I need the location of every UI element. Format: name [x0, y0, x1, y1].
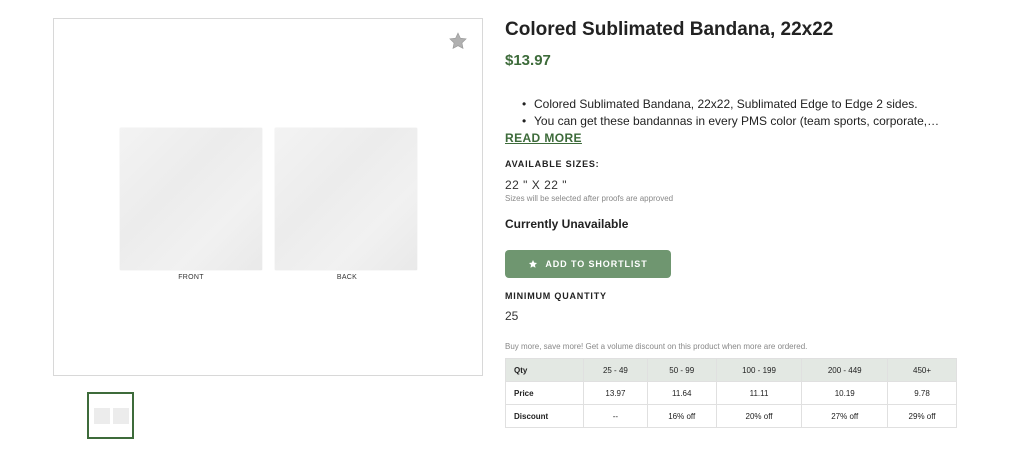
bandana-back-image	[275, 128, 417, 270]
favorite-star-icon[interactable]	[448, 31, 468, 51]
read-more-link[interactable]: READ MORE	[505, 131, 582, 145]
table-header-cell: 25 - 49	[583, 358, 648, 382]
table-header-cell: 450+	[887, 358, 957, 382]
thumbnail-back	[113, 408, 129, 424]
back-label: BACK	[336, 274, 358, 281]
minimum-quantity-label: MINIMUM QUANTITY	[505, 291, 607, 301]
add-to-shortlist-button[interactable]: ADD TO SHORTLIST	[505, 250, 671, 278]
table-cell: 9.78	[887, 381, 957, 405]
table-cell: 10.19	[801, 381, 889, 405]
minimum-quantity-value: 25	[505, 309, 519, 323]
table-cell: 20% off	[715, 404, 803, 428]
table-cell: 11.64	[646, 381, 717, 405]
available-sizes-label: AVAILABLE SIZES:	[505, 159, 600, 169]
volume-discount-note: Buy more, save more! Get a volume discou…	[505, 342, 808, 351]
table-cell: --	[583, 404, 648, 428]
size-value: 22 " X 22 "	[505, 178, 568, 192]
volume-pricing-table: Qty 25 - 49 50 - 99 100 - 199 200 - 449 …	[505, 358, 957, 428]
table-header-cell: 100 - 199	[715, 358, 803, 382]
thumbnail-front	[94, 408, 110, 424]
description-bullet: You can get these bandannas in every PMS…	[522, 113, 942, 130]
product-price: $13.97	[505, 52, 551, 69]
product-thumbnail[interactable]	[87, 392, 134, 439]
table-header-cell: 50 - 99	[646, 358, 717, 382]
table-cell: 13.97	[583, 381, 648, 405]
description-bullet: Colored Sublimated Bandana, 22x22, Subli…	[522, 96, 942, 113]
table-row: Discount -- 16% off 20% off 27% off 29% …	[505, 404, 957, 428]
product-description: Colored Sublimated Bandana, 22x22, Subli…	[522, 96, 942, 130]
bandana-front-image	[120, 128, 262, 270]
front-label: FRONT	[178, 274, 204, 281]
table-cell: 27% off	[801, 404, 889, 428]
table-header-cell: Qty	[505, 358, 584, 382]
table-header-row: Qty 25 - 49 50 - 99 100 - 199 200 - 449 …	[505, 358, 957, 382]
product-image-viewer	[53, 18, 483, 376]
table-cell: 16% off	[646, 404, 717, 428]
availability-status: Currently Unavailable	[505, 217, 629, 231]
table-cell: Discount	[505, 404, 584, 428]
table-header-cell: 200 - 449	[801, 358, 889, 382]
star-icon	[529, 260, 538, 268]
size-note: Sizes will be selected after proofs are …	[505, 194, 674, 203]
table-cell: 29% off	[887, 404, 957, 428]
table-cell: Price	[505, 381, 584, 405]
table-cell: 11.11	[715, 381, 803, 405]
product-title: Colored Sublimated Bandana, 22x22	[505, 19, 834, 40]
shortlist-button-label: ADD TO SHORTLIST	[545, 259, 648, 269]
table-row: Price 13.97 11.64 11.11 10.19 9.78	[505, 381, 957, 405]
